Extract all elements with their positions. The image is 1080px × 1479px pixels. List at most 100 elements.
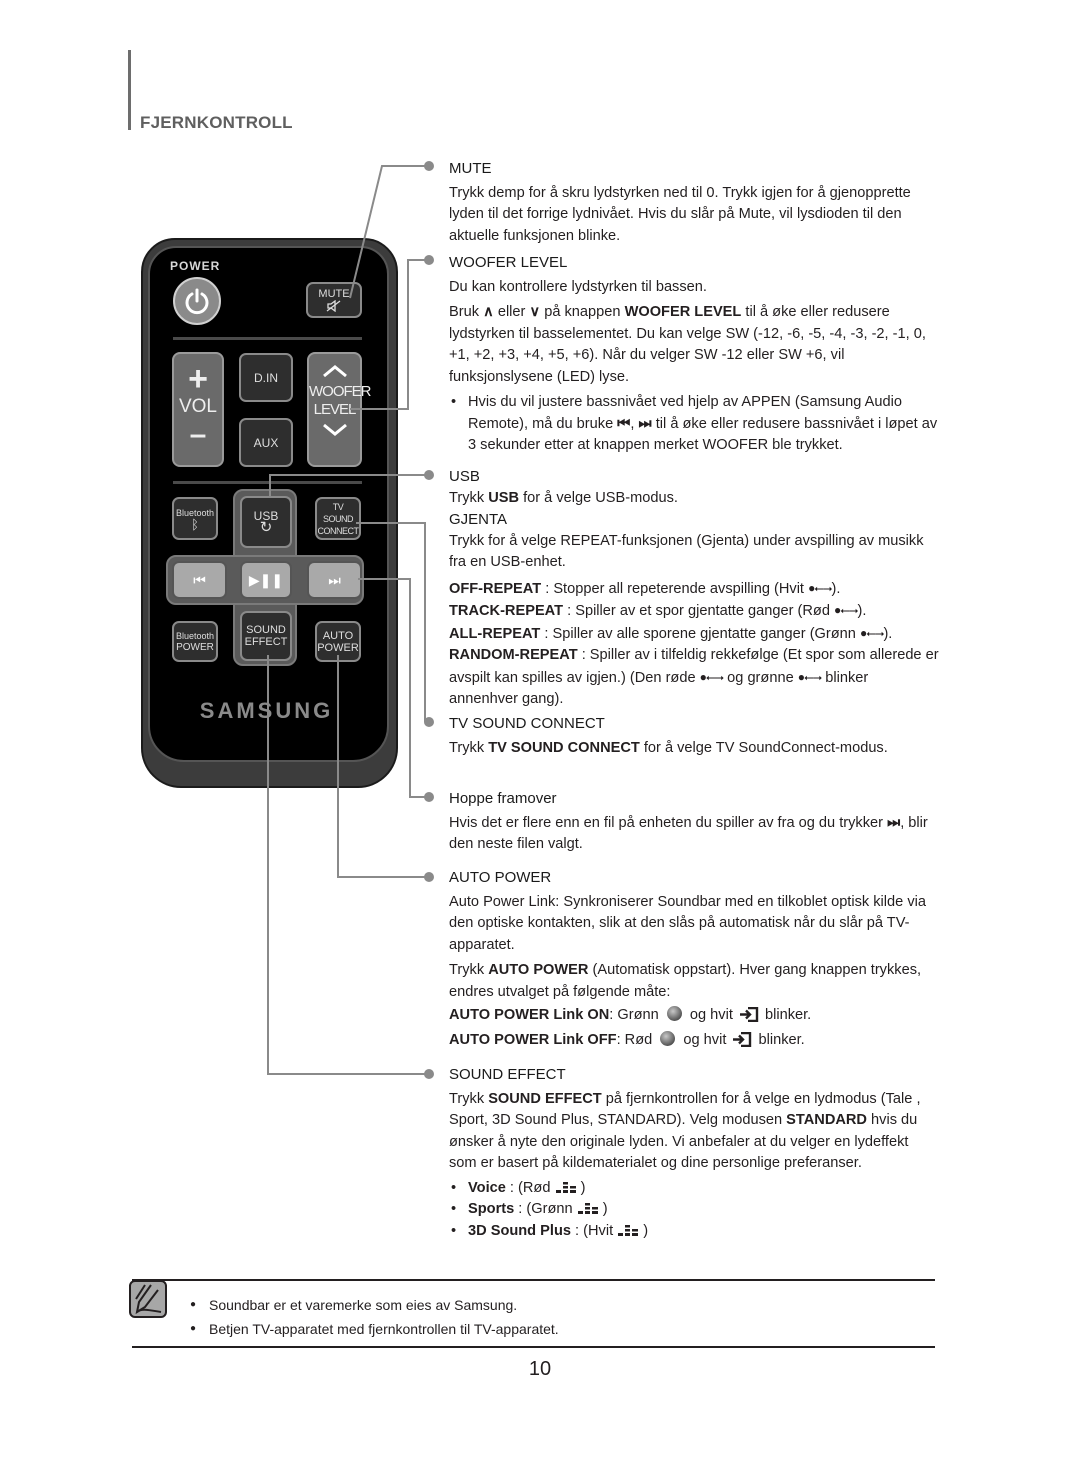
- bluetooth-button[interactable]: Bluetooth ᛒ: [172, 497, 218, 540]
- skip-forward-icon: ⏭: [638, 415, 652, 432]
- auto-power-off-label: AUTO POWER Link OFF: [449, 1031, 617, 1048]
- tv-sound-label: TV SOUND: [322, 501, 354, 524]
- vol-minus-icon: –: [189, 418, 207, 451]
- usb-section: USB Trykk USB for å velge USB-modus. GJE…: [449, 466, 939, 711]
- bluetooth-icon: ᛒ: [191, 516, 199, 532]
- repeat-mode-name: TRACK-REPEAT: [449, 603, 564, 619]
- volume-rocker[interactable]: + VOL –: [172, 352, 224, 467]
- page-number: 10: [528, 1358, 552, 1380]
- text-trykk: Trykk: [449, 962, 485, 978]
- repeat-mode-name: ALL-REPEAT: [449, 625, 541, 642]
- mute-button[interactable]: MUTE: [306, 282, 362, 318]
- sound-effect-label-2: EFFECT: [244, 636, 288, 648]
- leader-dot-usb: [424, 470, 434, 480]
- din-button[interactable]: D.IN: [239, 353, 293, 402]
- leader-dot-woofer: [424, 255, 434, 265]
- play-pause-button[interactable]: ▶❚❚: [240, 561, 292, 599]
- text-blinker: blinker.: [758, 1031, 805, 1048]
- note-pencil-icon: [129, 1280, 167, 1318]
- aux-label: AUX: [253, 435, 279, 450]
- auto-power-label-1: AUTO: [322, 629, 354, 642]
- equalizer-icon: [577, 1203, 598, 1214]
- sound-mode-name: Sports: [468, 1201, 515, 1217]
- aux-button[interactable]: AUX: [239, 418, 293, 467]
- sound-effect-button[interactable]: SOUND EFFECT: [240, 611, 292, 661]
- sound-mode-3d: 3D Sound Plus : (Hvit ): [449, 1221, 939, 1243]
- equalizer-icon: [618, 1224, 639, 1236]
- woofer-label: WOOFER: [309, 383, 372, 400]
- samsung-logo: SAMSUNG: [199, 698, 334, 723]
- input-source-icon: [733, 1031, 752, 1047]
- woofer-app-bullet: Hvis du vil justere bassnivået ved hjelp…: [449, 392, 939, 457]
- bluetooth-power-button[interactable]: Bluetooth POWER: [172, 621, 218, 662]
- usb-repeat-button[interactable]: USB ↻: [240, 496, 292, 548]
- sound-effect-text: Trykk SOUND EFFECT på fjernkontrollen fo…: [449, 1089, 939, 1175]
- vol-plus-icon: +: [188, 360, 208, 398]
- mute-label: MUTE: [318, 288, 350, 300]
- skip-text: Hvis det er flere enn en fil på enheten …: [449, 813, 939, 856]
- section-title: FJERNKONTROLL: [140, 113, 293, 132]
- connect-label: CONNECT: [317, 525, 360, 536]
- skip-forward-button[interactable]: ⏭: [307, 561, 362, 599]
- tv-sound-bold: TV SOUND CONNECT: [488, 739, 640, 756]
- sound-effect-label-1: SOUND: [246, 624, 286, 636]
- usb-bold: USB: [488, 489, 519, 506]
- usb-heading: USB: [449, 468, 480, 485]
- mute-section: MUTE Trykk demp for å skru lydstyrken ne…: [449, 158, 939, 247]
- auto-power-off-line: AUTO POWER Link OFF: Rød og hvit blinker…: [449, 1030, 939, 1052]
- repeat-mode-end: ).: [857, 603, 867, 619]
- bt-power-label-2: POWER: [176, 641, 214, 653]
- text-trykk: Trykk: [449, 1090, 485, 1107]
- auto-power-off-color: : Rød: [616, 1031, 653, 1048]
- auto-power-section: AUTO POWER Auto Power Link: Synkronisere…: [449, 867, 939, 1051]
- leader-dot-tv-sound: [424, 717, 434, 727]
- auto-power-bold: AUTO POWER: [488, 962, 589, 978]
- tv-sound-heading: TV SOUND CONNECT: [449, 715, 605, 732]
- skip-forward-icon: ⏭: [328, 572, 341, 588]
- sound-mode-color: : (Grønn: [518, 1201, 573, 1217]
- auto-power-on-color: : Grønn: [609, 1007, 659, 1023]
- note-item: Betjen TV-apparatet med fjernkontrollen …: [190, 1317, 559, 1341]
- remote-divider: [173, 481, 362, 484]
- down-arrow-icon: ∨: [529, 304, 541, 320]
- note-item: Soundbar er et varemerke som eies av Sam…: [190, 1293, 559, 1317]
- skip-back-icon: ⏮: [193, 572, 206, 588]
- mute-speaker-icon: [326, 300, 341, 312]
- woofer-up-icon: [322, 365, 347, 378]
- mute-text: Trykk demp for å skru lydstyrken ned til…: [449, 184, 911, 244]
- woofer-section: WOOFER LEVEL Du kan kontrollere lydstyrk…: [449, 252, 939, 457]
- din-label: D.IN: [254, 370, 278, 385]
- power-button[interactable]: [173, 277, 221, 325]
- repeat-mode-mid: og grønne: [727, 669, 794, 686]
- usb-icon: ●⭠⭢: [859, 625, 884, 640]
- power-icon: [185, 288, 209, 315]
- notes-list: Soundbar er et varemerke som eies av Sam…: [190, 1293, 559, 1341]
- level-label: LEVEL: [313, 401, 357, 418]
- leader-dot-skip: [424, 792, 434, 802]
- tv-sound-connect-button[interactable]: TV SOUND CONNECT: [315, 497, 361, 540]
- auto-power-label-2: POWER: [317, 641, 359, 654]
- woofer-intro: Du kan kontrollere lydstyrken til bassen…: [449, 278, 707, 295]
- repeat-mode-random: RANDOM-REPEAT : Spiller av i tilfeldig r…: [449, 645, 939, 711]
- usb-icon: ●⭠⭢: [808, 580, 832, 595]
- skip-forward-icon: ⏭: [887, 814, 901, 831]
- tv-sound-section: TV SOUND CONNECT Trykk TV SOUND CONNECT …: [449, 713, 939, 759]
- repeat-mode-all: ALL-REPEAT : Spiller av alle sporene gje…: [449, 623, 939, 646]
- skip-back-button[interactable]: ⏮: [172, 561, 227, 599]
- auto-power-button[interactable]: AUTO POWER: [315, 621, 361, 662]
- woofer-level-rocker[interactable]: WOOFER LEVEL: [307, 352, 372, 467]
- bt-power-label-1: Bluetooth: [175, 630, 215, 641]
- sound-mode-sports: Sports : (Grønn ): [449, 1199, 939, 1221]
- sound-mode-color: : (Rød: [509, 1179, 551, 1196]
- leader-dot-auto-power: [424, 872, 434, 882]
- auto-power-on-label: AUTO POWER Link ON: [449, 1007, 610, 1023]
- vol-label: VOL: [178, 396, 218, 417]
- text-og-hvit: og hvit: [689, 1007, 733, 1023]
- text-blinker: blinker.: [765, 1007, 812, 1023]
- power-label: POWER: [170, 259, 221, 273]
- mute-heading: MUTE: [449, 160, 492, 177]
- skip-section: Hoppe framover Hvis det er flere enn en …: [449, 788, 939, 856]
- repeat-mode-end: ).: [883, 625, 893, 642]
- text-trykk: Trykk: [449, 739, 485, 756]
- gjenta-heading: GJENTA: [449, 511, 508, 528]
